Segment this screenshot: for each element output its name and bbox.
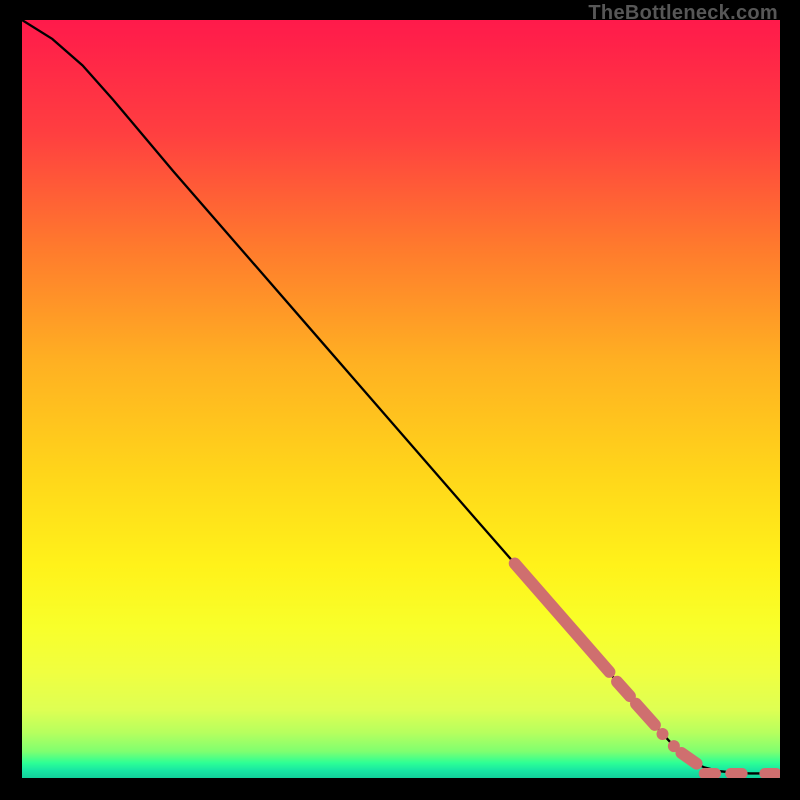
chart-svg <box>22 20 780 778</box>
dot-1 <box>657 728 669 740</box>
run-segment-1 <box>515 563 610 671</box>
stage: TheBottleneck.com <box>0 0 800 800</box>
run-segment-3 <box>636 704 655 725</box>
curve-path <box>22 20 780 773</box>
chart-panel <box>20 20 780 780</box>
curve-layer <box>22 20 780 773</box>
run-segment-2 <box>617 682 630 696</box>
marker-layer <box>515 563 777 773</box>
run-segment-4 <box>681 753 696 764</box>
